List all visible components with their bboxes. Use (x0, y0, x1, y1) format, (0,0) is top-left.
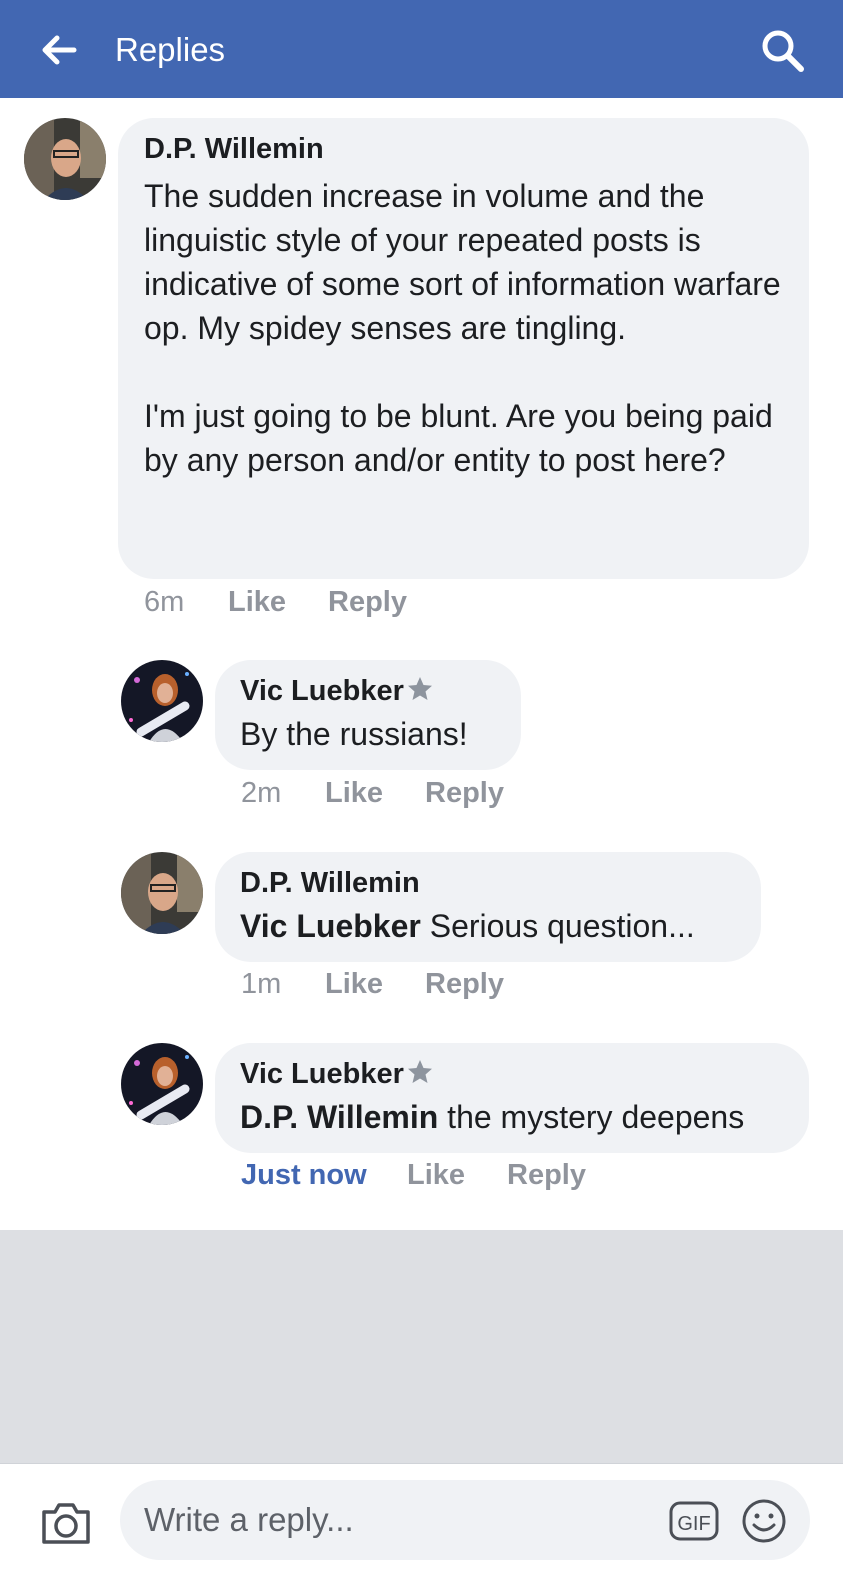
star-badge-icon (407, 1059, 433, 1090)
comment-author[interactable]: D.P. Willemin (240, 866, 420, 900)
mention-link[interactable]: D.P. Willemin (240, 1099, 438, 1135)
comment-text-line: Vic Luebker Serious question... (240, 904, 737, 948)
reply-input-placeholder: Write a reply... (144, 1501, 354, 1538)
comment-text: The sudden increase in volume and the li… (144, 178, 781, 478)
star-badge-icon (407, 676, 433, 707)
gif-label: GIF (677, 1513, 710, 1535)
avatar-dp-willemin[interactable] (121, 852, 203, 934)
like-button[interactable]: Like (325, 966, 383, 1002)
smiley-icon[interactable] (740, 1497, 788, 1545)
comment-text: Serious question... (420, 908, 695, 944)
avatar-vic-luebker[interactable] (121, 1043, 203, 1125)
camera-icon[interactable] (40, 1500, 92, 1546)
comment-bubble: D.P. Willemin The sudden increase in vol… (118, 118, 809, 579)
comment-timestamp: 1m (241, 968, 282, 1000)
comment-bubble: D.P. Willemin Vic Luebker Serious questi… (215, 852, 761, 962)
reply-input[interactable]: Write a reply... GIF (120, 1480, 810, 1560)
comment-text: the mystery deepens (438, 1099, 745, 1135)
comment-bubble: Vic Luebker D.P. Willemin the mystery de… (215, 1043, 809, 1153)
mention-link[interactable]: Vic Luebker (240, 908, 421, 944)
reply-button[interactable]: Reply (507, 1157, 586, 1193)
replies-thread: D.P. Willemin The sudden increase in vol… (0, 98, 843, 1230)
comment-author[interactable]: Vic Luebker (240, 1057, 404, 1091)
avatar-dp-willemin[interactable] (24, 118, 106, 200)
search-icon[interactable] (760, 28, 806, 74)
back-arrow-icon[interactable] (38, 30, 78, 70)
reply-composer: Write a reply... GIF (0, 1463, 843, 1587)
like-button[interactable]: Like (325, 775, 383, 811)
reply-button[interactable]: Reply (425, 775, 504, 811)
gif-button[interactable]: GIF (668, 1498, 720, 1544)
comment-text: By the russians! (240, 716, 468, 752)
comment-timestamp: Just now (241, 1159, 367, 1191)
header-bar: Replies (0, 0, 843, 98)
like-button[interactable]: Like (407, 1157, 465, 1193)
reply-button[interactable]: Reply (328, 584, 407, 620)
comment-author[interactable]: D.P. Willemin (144, 132, 324, 166)
avatar-vic-luebker[interactable] (121, 660, 203, 742)
comment-timestamp: 2m (241, 777, 282, 809)
like-button[interactable]: Like (228, 584, 286, 620)
page-title: Replies (115, 31, 226, 68)
comment-text-line: D.P. Willemin the mystery deepens (240, 1095, 785, 1139)
reply-button[interactable]: Reply (425, 966, 504, 1002)
comment-bubble: Vic Luebker By the russians! (215, 660, 521, 770)
comment-author[interactable]: Vic Luebker (240, 674, 404, 708)
comment-timestamp: 6m (144, 586, 185, 618)
